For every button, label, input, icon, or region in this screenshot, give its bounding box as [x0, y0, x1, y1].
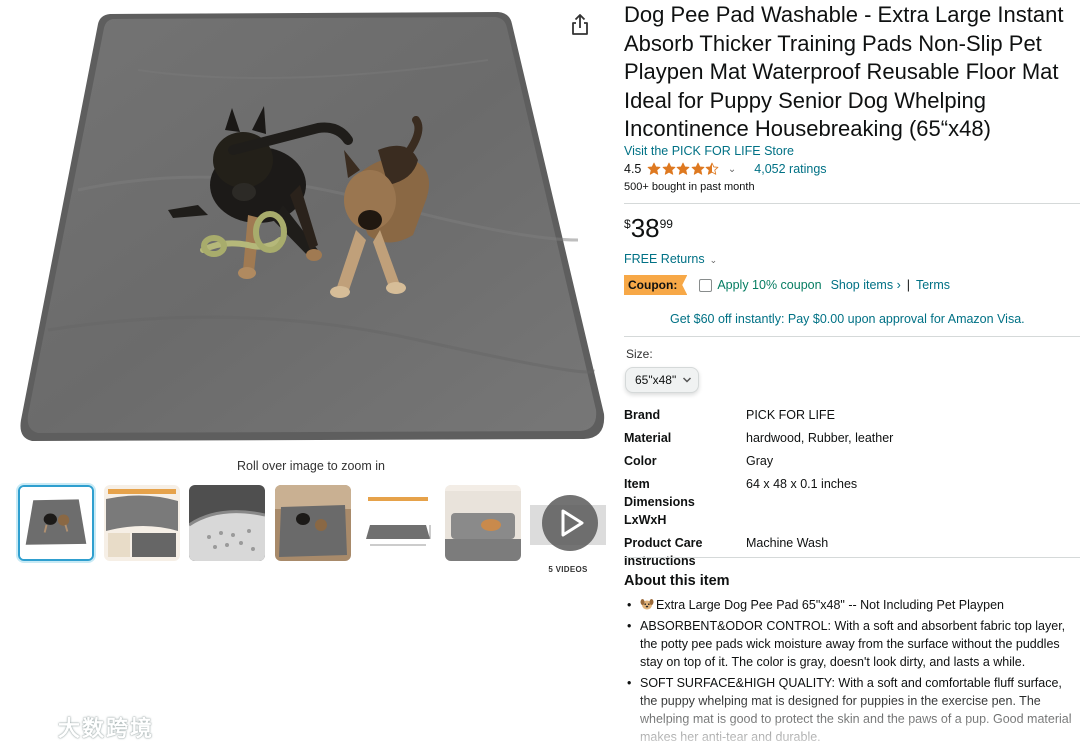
about-bullet-text: ABSORBENT&ODOR CONTROL: With a soft and … — [640, 619, 1066, 669]
star-icon — [677, 162, 690, 175]
spec-key: Item Dimensions LxWxH — [624, 477, 695, 527]
size-dropdown[interactable]: 65"x48" — [625, 367, 699, 393]
size-label: Size: — [626, 347, 653, 361]
spec-value: PICK FOR LIFE — [746, 408, 835, 422]
spec-key: Color — [624, 454, 657, 468]
spec-row: Color Gray — [624, 452, 1080, 470]
spec-row: Brand PICK FOR LIFE — [624, 406, 1080, 424]
thumbnail-6[interactable] — [445, 485, 521, 561]
divider — [624, 203, 1080, 204]
price-whole: 38 — [630, 213, 660, 243]
rating-row: 4.5 ⌄ 4,052 ratings — [624, 161, 827, 177]
thumbnail-strip: 5 VIDEOS — [18, 485, 608, 575]
star-rating[interactable] — [647, 162, 720, 176]
about-bullet: ABSORBENT&ODOR CONTROL: With a soft and … — [624, 617, 1078, 671]
videos-count-label: 5 VIDEOS — [548, 565, 588, 574]
thumbnail-1[interactable] — [18, 485, 94, 561]
main-product-image[interactable] — [18, 10, 606, 442]
bought-count: 500+ bought in past month — [624, 181, 755, 193]
spec-value: Gray — [746, 454, 774, 468]
rating-value: 4.5 — [624, 162, 642, 176]
divider — [624, 336, 1080, 337]
store-link[interactable]: Visit the PICK FOR LIFE Store — [624, 144, 794, 158]
free-returns-link[interactable]: FREE Returns ⌄ — [624, 252, 717, 266]
product-title: Dog Pee Pad Washable - Extra Large Insta… — [624, 2, 1064, 141]
spec-value: 64 x 48 x 0.1 inches — [746, 477, 858, 491]
watermark-text: 大数跨境 — [58, 716, 155, 741]
visa-offer-link[interactable]: Get $60 off instantly: Pay $0.00 upon ap… — [670, 312, 1025, 326]
chevron-down-icon — [683, 377, 692, 383]
coupon-checkbox[interactable] — [699, 278, 713, 292]
dog-face-icon — [640, 599, 654, 610]
separator: | — [906, 278, 910, 292]
price: $ 38 99 — [624, 213, 673, 243]
zoom-hint: Roll over image to zoom in — [237, 459, 385, 473]
star-icon — [691, 162, 705, 175]
about-bullets: Extra Large Dog Pee Pad 65"x48" -- Not I… — [624, 596, 1078, 748]
about-title: About this item — [624, 573, 730, 589]
shop-items-link[interactable]: Shop items › — [831, 278, 901, 292]
about-bullet-text: SOFT SURFACE&HIGH QUALITY: With a soft a… — [640, 676, 1072, 744]
about-bullet: Extra Large Dog Pee Pad 65"x48" -- Not I… — [624, 596, 1078, 614]
chevron-down-icon[interactable]: ⌄ — [728, 164, 736, 175]
spec-value: Machine Wash — [746, 536, 829, 550]
thumbnail-3[interactable] — [189, 485, 265, 561]
thumbnail-video[interactable] — [530, 485, 606, 561]
spec-key: Material — [624, 431, 672, 445]
star-icon — [648, 162, 661, 175]
divider — [624, 557, 1080, 558]
coupon-row: Coupon: Apply 10% coupon Shop items › | … — [624, 275, 950, 295]
watermark-icon — [10, 715, 48, 740]
spec-value: hardwood, Rubber, leather — [746, 431, 894, 445]
product-specs-table: Brand PICK FOR LIFE Material hardwood, Rubb… — [624, 406, 1080, 575]
thumbnail-5[interactable] — [360, 485, 436, 561]
price-symbol: $ — [624, 217, 631, 231]
price-fraction: 99 — [659, 217, 673, 231]
spec-row: Material hardwood, Rubber, leather — [624, 429, 1080, 447]
about-bullet: SOFT SURFACE&HIGH QUALITY: With a soft a… — [624, 674, 1078, 746]
terms-link[interactable]: Terms — [916, 278, 950, 292]
spec-row: Product Care Instructions Machine Wash — [624, 534, 1080, 570]
size-selected: 65"x48" — [635, 373, 677, 387]
star-icon — [662, 162, 676, 175]
thumbnail-4[interactable] — [275, 485, 351, 561]
spec-row: Item Dimensions LxWxH 64 x 48 x 0.1 inche… — [624, 475, 1080, 529]
spec-key: Brand — [624, 408, 661, 422]
about-bullet-text: Extra Large Dog Pee Pad 65"x48" -- Not I… — [656, 598, 1004, 612]
ratings-count-link[interactable]: 4,052 ratings — [754, 162, 826, 176]
watermark-logo: 大数跨境 — [8, 712, 154, 742]
free-returns-label: FREE Returns — [624, 252, 705, 266]
thumbnail-2[interactable] — [104, 485, 180, 561]
chevron-down-icon: ⌄ — [709, 255, 718, 265]
star-icon — [706, 162, 719, 175]
apply-coupon-label[interactable]: Apply 10% coupon — [717, 278, 821, 292]
coupon-badge: Coupon: — [624, 275, 688, 295]
spec-key: Product Care Instructions — [624, 536, 703, 568]
